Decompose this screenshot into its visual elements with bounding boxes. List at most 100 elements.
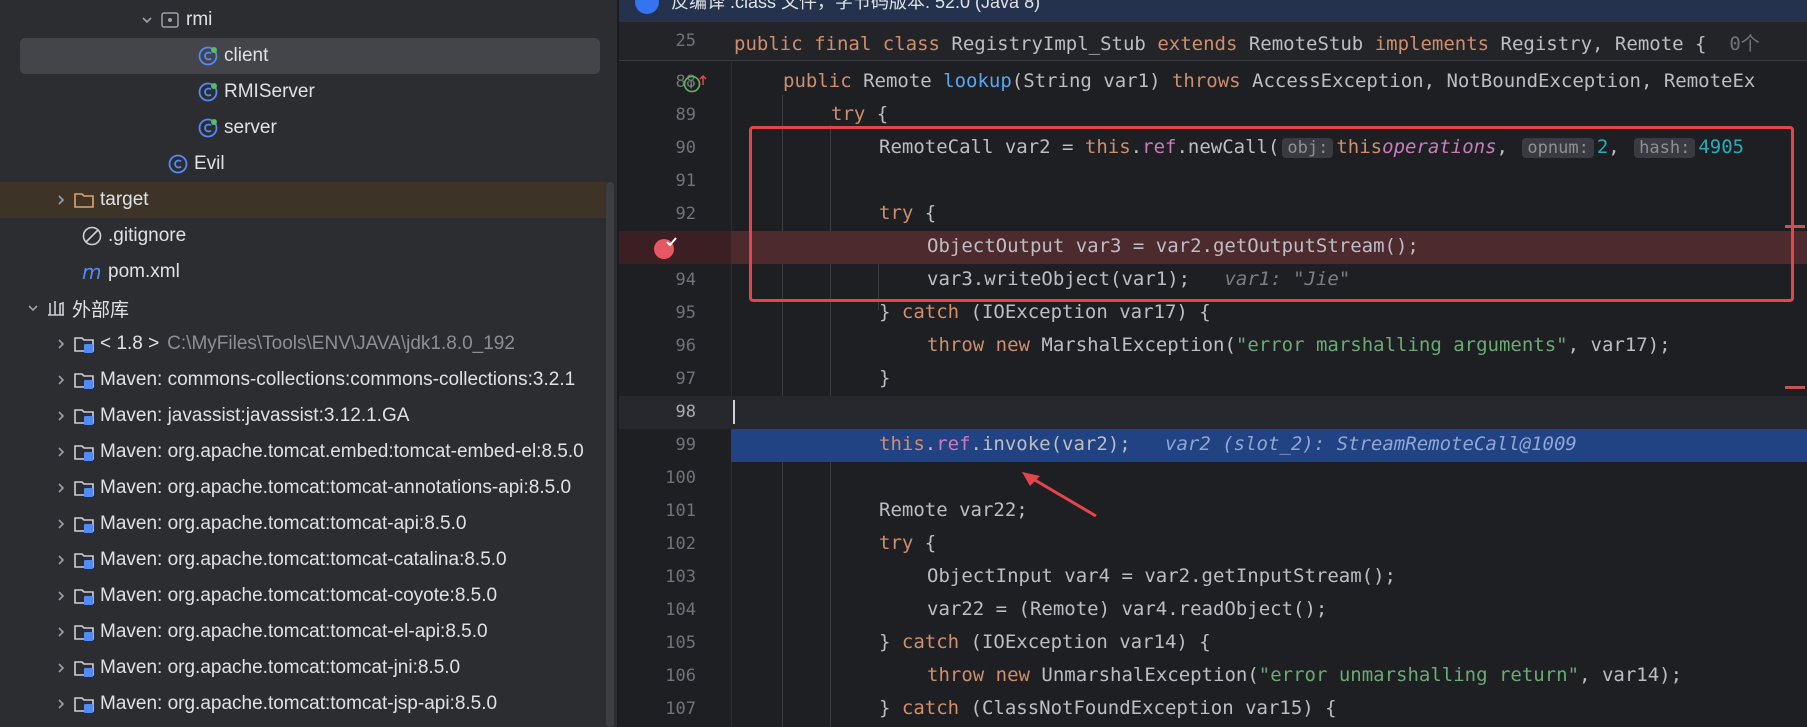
chevron-right-icon[interactable]	[50, 333, 72, 355]
code-line-97[interactable]: 97 }	[619, 363, 1807, 396]
tree-item-maven-library[interactable]: Maven: org.apache.tomcat:tomcat-jni:8.5.…	[0, 650, 617, 686]
tree-item-maven-library[interactable]: Maven: commons-collections:commons-colle…	[0, 362, 617, 398]
inline-debug-value: var2 (slot_2): StreamRemoteCall@1009	[1165, 433, 1577, 455]
chevron-down-icon[interactable]	[136, 9, 158, 31]
code-line-100[interactable]: 100	[619, 462, 1807, 495]
tree-item-pom[interactable]: m pom.xml	[0, 254, 617, 290]
maven-library-icon	[72, 476, 96, 500]
tree-item-label: target	[100, 189, 149, 210]
error-stripe-marker[interactable]	[1785, 386, 1805, 389]
chevron-right-icon[interactable]	[50, 621, 72, 643]
code-line-102[interactable]: 102 try {	[619, 528, 1807, 561]
chevron-right-icon[interactable]	[50, 477, 72, 499]
chevron-right-icon[interactable]	[50, 693, 72, 715]
maven-library-icon	[72, 584, 96, 608]
tree-item-evil[interactable]: Evil	[0, 146, 617, 182]
ignore-file-icon	[80, 224, 104, 248]
tree-item-label: Maven: org.apache.tomcat:tomcat-jsp-api:…	[100, 693, 498, 714]
tree-item-maven-library[interactable]: Maven: org.apache.tomcat:tomcat-jsp-api:…	[0, 686, 617, 722]
tree-item-rmiserver[interactable]: RMIServer	[0, 74, 617, 110]
code-line-96[interactable]: 96 throw new MarshalException("error mar…	[619, 330, 1807, 363]
tree-item-label: Maven: javassist:javassist:3.12.1.GA	[100, 405, 410, 426]
java-class-icon	[196, 80, 220, 104]
line-number: 94	[675, 270, 696, 290]
line-number: 104	[665, 600, 696, 620]
chevron-right-icon[interactable]	[50, 513, 72, 535]
chevron-right-icon[interactable]	[50, 405, 72, 427]
tree-item-client[interactable]: client	[0, 38, 617, 74]
tree-item-maven-library[interactable]: Maven: org.apache.tomcat:tomcat-catalina…	[0, 542, 617, 578]
maven-library-icon	[72, 440, 96, 464]
tree-item-maven-library[interactable]: Maven: org.apache.tomcat:tomcat-el-api:8…	[0, 614, 617, 650]
code-line-103[interactable]: 103 ObjectInput var4 = var2.getInputStre…	[619, 561, 1807, 594]
line-number: 96	[675, 336, 696, 356]
code-line-104[interactable]: 104 var22 = (Remote) var4.readObject();	[619, 594, 1807, 627]
code-line-99[interactable]: 99 this.ref.invoke(var2); var2 (slot_2):…	[619, 429, 1807, 462]
maven-library-icon	[72, 656, 96, 680]
code-text: }	[879, 367, 891, 389]
code-text: } catch (IOException var14) {	[879, 631, 1211, 653]
chevron-down-icon[interactable]	[22, 297, 44, 319]
code-line-107[interactable]: 107 } catch (ClassNotFoundException var1…	[619, 693, 1807, 726]
line-number: 107	[665, 699, 696, 719]
maven-library-icon	[72, 620, 96, 644]
tree-item-label: pom.xml	[108, 261, 180, 282]
chevron-right-icon[interactable]	[50, 657, 72, 679]
line-number: 103	[665, 567, 696, 587]
tree-item-maven-library[interactable]: Maven: org.apache.tomcat.embed:tomcat-em…	[0, 434, 617, 470]
code-line-106[interactable]: 106 throw new UnmarshalException("error …	[619, 660, 1807, 693]
tree-item-maven-library[interactable]: Maven: org.apache.tomcat:tomcat-api:8.5.…	[0, 506, 617, 542]
implements-method-icon[interactable]: I	[683, 73, 709, 95]
code-text: throw new UnmarshalException("error unma…	[927, 664, 1683, 686]
code-line-101[interactable]: 101 Remote var22;	[619, 495, 1807, 528]
tree-item-jdk[interactable]: < 1.8 > C:\MyFiles\Tools\ENV\JAVA\jdk1.8…	[0, 326, 617, 362]
line-number: 105	[665, 633, 696, 653]
tree-item-maven-library[interactable]: Maven: org.apache.tomcat:tomcat-annotati…	[0, 470, 617, 506]
tree-item-label: client	[224, 45, 269, 66]
chevron-right-icon[interactable]	[50, 585, 72, 607]
sticky-header-line[interactable]: 25 public final class RegistryImpl_Stub …	[619, 22, 1807, 61]
tree-item-maven-library[interactable]: Maven: javassist:javassist:3.12.1.GA	[0, 398, 617, 434]
chevron-right-icon[interactable]	[50, 441, 72, 463]
tree-item-label: rmi	[186, 9, 213, 30]
annotation-arrow	[1022, 472, 1097, 518]
tree-item-label: < 1.8 >	[100, 333, 160, 354]
banner-text: 反编译 .class 文件，字节码版本: 52.0 (Java 8)	[671, 0, 1041, 12]
text-caret	[733, 400, 735, 424]
maven-library-icon	[72, 512, 96, 536]
tree-item-maven-library[interactable]: Maven: org.apache.tomcat:tomcat-coyote:8…	[0, 578, 617, 614]
annotation-box	[749, 126, 1794, 302]
tree-item-label: RMIServer	[224, 81, 315, 102]
line-number: 25	[675, 31, 696, 51]
code-text: public Remote lookup(String var1) throws…	[783, 70, 1756, 92]
line-number: 89	[675, 105, 696, 125]
code-text: try {	[831, 103, 889, 125]
tree-item-gitignore[interactable]: .gitignore	[0, 218, 617, 254]
maven-library-icon	[72, 404, 96, 428]
decompiled-banner: 反编译 .class 文件，字节码版本: 52.0 (Java 8)	[619, 0, 1807, 22]
code-editor[interactable]: 反编译 .class 文件，字节码版本: 52.0 (Java 8) 25 pu…	[619, 0, 1807, 727]
tree-item-external-libraries[interactable]: 外部库	[0, 290, 617, 326]
tree-scrollbar[interactable]	[606, 182, 614, 727]
tree-item-server[interactable]: server	[0, 110, 617, 146]
breakpoint-icon[interactable]	[653, 236, 679, 260]
chevron-right-icon[interactable]	[50, 189, 72, 211]
line-number: 101	[665, 501, 696, 521]
svg-text:m: m	[82, 261, 101, 283]
code-line-105[interactable]: 105 } catch (IOException var14) {	[619, 627, 1807, 660]
maven-library-icon	[72, 548, 96, 572]
maven-library-icon	[72, 692, 96, 716]
chevron-right-icon[interactable]	[50, 549, 72, 571]
java-class-icon	[196, 116, 220, 140]
line-number: 90	[675, 138, 696, 158]
tree-item-label: server	[224, 117, 277, 138]
code-text: throw new MarshalException("error marsha…	[927, 334, 1671, 356]
code-line-88[interactable]: 88 I public Remote lookup(String var1) t…	[619, 66, 1807, 99]
folder-icon	[72, 188, 96, 212]
code-line-98[interactable]: 98	[619, 396, 1807, 429]
tree-item-label: Maven: org.apache.tomcat.embed:tomcat-em…	[100, 441, 584, 462]
package-icon	[158, 8, 182, 32]
chevron-right-icon[interactable]	[50, 369, 72, 391]
tree-item-target[interactable]: target	[0, 182, 617, 218]
tree-item-rmi[interactable]: rmi	[0, 2, 617, 38]
